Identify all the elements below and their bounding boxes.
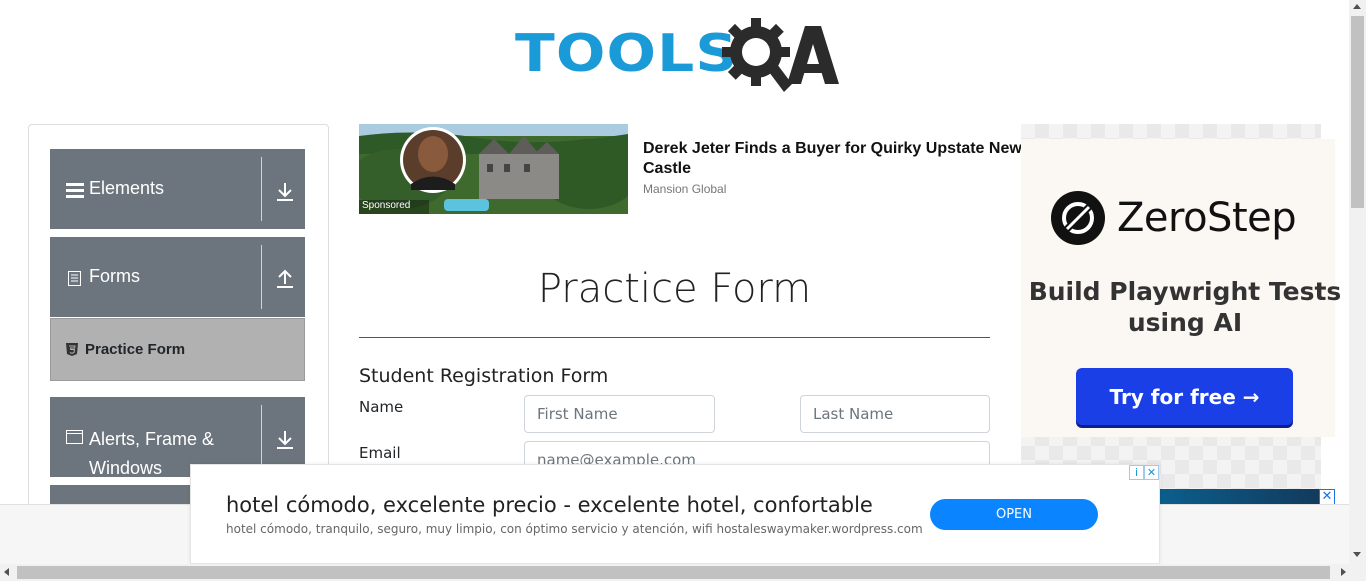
scroll-down-icon[interactable] bbox=[1353, 552, 1361, 557]
bottom-ad-headline[interactable]: hotel cómodo, excelente precio - excelen… bbox=[226, 493, 873, 517]
scroll-up-icon[interactable] bbox=[1353, 4, 1361, 9]
sidebar-group-forms[interactable]: Forms bbox=[50, 237, 305, 317]
last-name-input[interactable] bbox=[800, 395, 990, 433]
page-title: Practice Form bbox=[537, 266, 812, 312]
upload-arrow-icon[interactable] bbox=[274, 268, 296, 290]
scroll-thumb[interactable] bbox=[17, 566, 1330, 579]
sponsored-image[interactable]: Sponsored bbox=[359, 124, 628, 214]
name-label: Name bbox=[359, 398, 404, 416]
info-icon[interactable]: i bbox=[1129, 465, 1144, 480]
sidebar-item-label: Practice Form bbox=[85, 341, 186, 358]
open-button[interactable]: OPEN bbox=[930, 499, 1098, 530]
divider bbox=[359, 337, 990, 338]
adchoices[interactable]: i ✕ bbox=[1129, 465, 1159, 480]
divider bbox=[261, 157, 262, 221]
bottom-ad-description[interactable]: hotel cómodo, tranquilo, seguro, muy lim… bbox=[226, 522, 923, 536]
bottom-ad[interactable]: hotel cómodo, excelente precio - excelen… bbox=[190, 464, 1160, 564]
download-arrow-icon[interactable] bbox=[274, 181, 296, 203]
zerostep-headline: Build Playwright Tests using AI bbox=[1028, 277, 1342, 337]
divider bbox=[261, 405, 262, 469]
sponsored-headline[interactable]: Derek Jeter Finds a Buyer for Quirky Ups… bbox=[643, 139, 1033, 179]
scroll-thumb[interactable] bbox=[1351, 16, 1364, 208]
hamburger-icon bbox=[66, 183, 84, 198]
zerostep-ad-card[interactable]: ZeroStep Build Playwright Tests using AI… bbox=[1021, 139, 1341, 437]
close-icon[interactable]: ✕ bbox=[1319, 489, 1335, 505]
window-icon bbox=[66, 430, 83, 444]
logo-a-glyph bbox=[787, 26, 839, 84]
try-for-free-button[interactable]: Try for free → bbox=[1076, 368, 1293, 425]
sidebar-group-label: Forms bbox=[89, 266, 140, 286]
sidebar-item-practice-form[interactable]: Practice Form bbox=[50, 318, 305, 381]
sidebar-group-label: Elements bbox=[89, 178, 165, 198]
document-icon bbox=[68, 271, 81, 286]
sponsored-source[interactable]: Mansion Global bbox=[643, 182, 726, 196]
vertical-scrollbar[interactable] bbox=[1349, 0, 1366, 564]
close-icon[interactable]: ✕ bbox=[1144, 465, 1159, 480]
horizontal-scrollbar[interactable] bbox=[0, 564, 1366, 581]
html5-icon bbox=[66, 343, 78, 356]
sponsored-badge: Sponsored bbox=[362, 200, 411, 211]
divider bbox=[261, 245, 262, 309]
gear-magnifier-icon bbox=[722, 18, 792, 92]
first-name-input[interactable] bbox=[524, 395, 715, 433]
secondary-ad-strip[interactable] bbox=[1160, 489, 1321, 504]
download-arrow-icon[interactable] bbox=[274, 429, 296, 451]
scroll-right-icon[interactable] bbox=[1341, 568, 1346, 576]
sidebar-group-elements[interactable]: Elements bbox=[50, 149, 305, 229]
toolsqa-logo[interactable]: TOOLS bbox=[515, 16, 839, 92]
logo-text: TOOLS bbox=[515, 23, 739, 84]
right-ad[interactable]: ZeroStep Build Playwright Tests using AI… bbox=[1021, 124, 1341, 504]
form-heading: Student Registration Form bbox=[359, 365, 609, 387]
email-label: Email bbox=[359, 444, 401, 462]
zerostep-brand: ZeroStep bbox=[1117, 195, 1297, 241]
zerostep-logo-icon bbox=[1051, 191, 1105, 245]
scroll-left-icon[interactable] bbox=[4, 568, 9, 576]
